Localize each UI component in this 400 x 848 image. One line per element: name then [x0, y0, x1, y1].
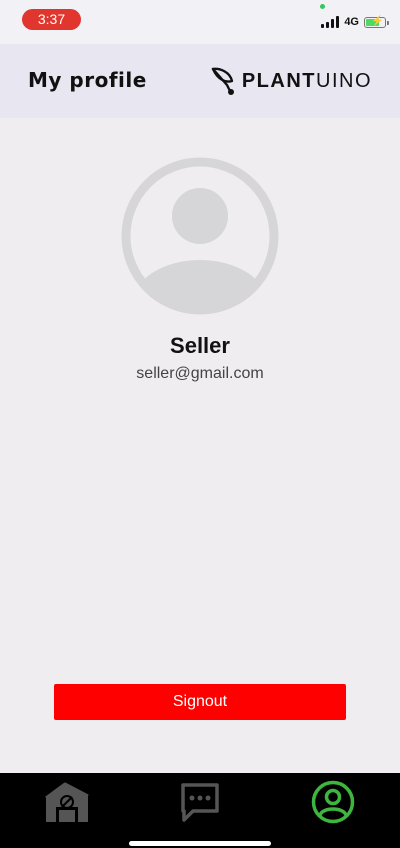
user-circle-icon [311, 780, 354, 824]
profile-name: Seller [170, 333, 230, 358]
profile-email: seller@gmail.com [136, 365, 264, 382]
privacy-indicator [320, 4, 325, 9]
status-indicators: 4G ⚡ [321, 12, 389, 32]
signal-icon [321, 16, 340, 28]
tab-home[interactable] [0, 773, 133, 831]
app-header: My profile PLANTUINO [0, 44, 400, 118]
chat-icon [180, 783, 219, 822]
charging-bolt-icon: ⚡ [371, 15, 384, 27]
leaf-icon [211, 67, 234, 95]
status-time: 3:37 [22, 9, 81, 30]
tab-messages[interactable] [133, 773, 266, 831]
brand-name: PLANTUINO [242, 70, 372, 93]
profile-screen: 3:37 4G ⚡ My profile PLANTUINO Seller se… [0, 0, 400, 848]
brand-logo: PLANTUINO [210, 66, 372, 96]
signout-button[interactable]: Signout [54, 684, 346, 720]
avatar-icon [121, 157, 279, 315]
network-type: 4G [344, 16, 359, 28]
status-bar: 3:37 4G ⚡ [0, 0, 400, 44]
battery-icon: ⚡ [364, 15, 389, 28]
bottom-tab-bar [0, 773, 400, 848]
tab-profile[interactable] [266, 773, 399, 831]
brand-name-light: UINO [316, 69, 372, 92]
greenhouse-icon [44, 782, 89, 822]
battery-tip [387, 20, 389, 25]
page-title: My profile [28, 68, 147, 92]
brand-name-bold: PLANT [241, 69, 316, 92]
home-indicator[interactable] [129, 841, 271, 846]
